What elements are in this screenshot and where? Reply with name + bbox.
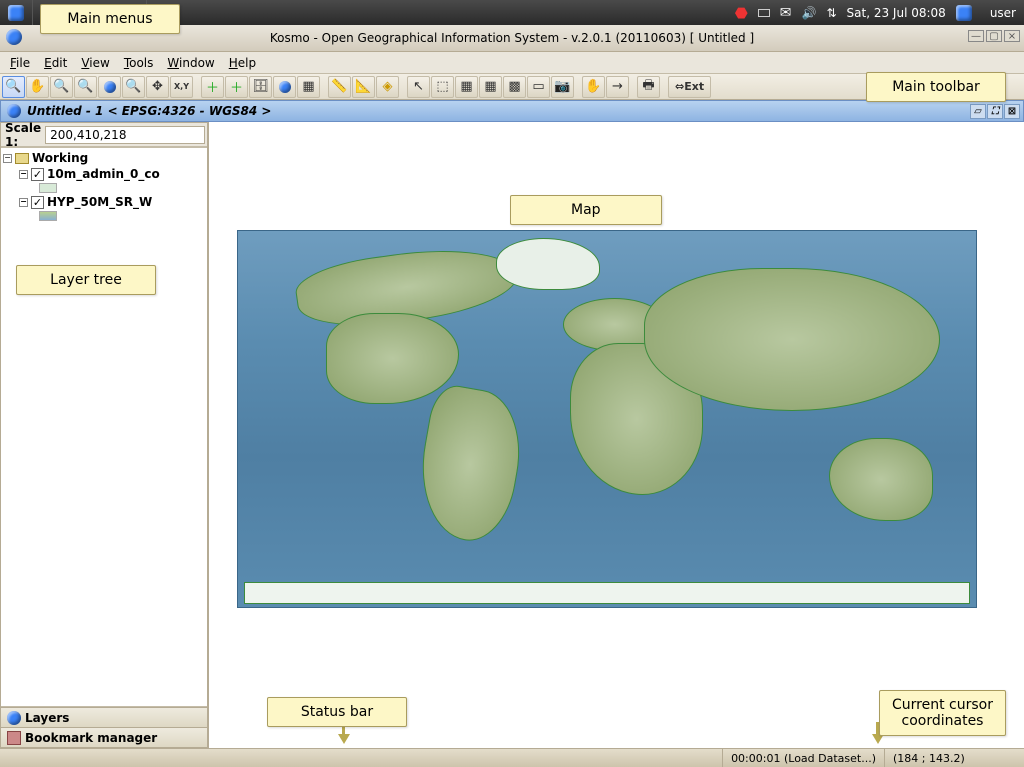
scale-label: Scale 1:: [5, 121, 41, 149]
clock[interactable]: Sat, 23 Jul 08:08: [847, 6, 946, 20]
swatch-icon: [39, 211, 57, 221]
menu-tools[interactable]: Tools: [118, 54, 160, 72]
battery-icon[interactable]: [758, 9, 770, 17]
volume-icon[interactable]: 🔊: [802, 6, 817, 20]
landmass: [244, 582, 969, 605]
menu-view[interactable]: View: [75, 54, 115, 72]
callout-status: Status bar: [267, 697, 407, 727]
tool-box[interactable]: ◈: [376, 76, 399, 98]
minimize-button[interactable]: —: [968, 30, 984, 42]
tool-zoom-layer[interactable]: 🔍: [122, 76, 145, 98]
tool-edit[interactable]: ▦: [455, 76, 478, 98]
callout-map: Map: [510, 195, 662, 225]
alert-icon[interactable]: ⬣: [735, 4, 748, 22]
tool-measure-line[interactable]: 📏: [328, 76, 351, 98]
menu-window[interactable]: Window: [161, 54, 220, 72]
tool-zoom-prev[interactable]: 🔍: [50, 76, 73, 98]
callout-toolbar: Main toolbar: [866, 72, 1006, 102]
tool-center[interactable]: ✥: [146, 76, 169, 98]
callout-coords: Current cursor coordinates: [879, 690, 1006, 736]
tool-camera[interactable]: 📷: [551, 76, 574, 98]
expand-icon[interactable]: −: [19, 198, 28, 207]
doc-detach-icon[interactable]: ▱: [970, 104, 986, 119]
tool-zoom-next[interactable]: 🔍: [74, 76, 97, 98]
window-title: Kosmo - Open Geographical Information Sy…: [270, 31, 754, 45]
layer-label: HYP_50M_SR_W: [47, 195, 152, 209]
network-icon[interactable]: ⇅: [826, 6, 836, 20]
globe-icon: [8, 5, 24, 21]
sidebar-tab-bookmarks[interactable]: Bookmark manager: [1, 727, 207, 747]
world-map[interactable]: [237, 230, 977, 608]
arrow-icon: [338, 732, 352, 746]
status-time: 00:00:01 (Load Dataset...): [722, 749, 884, 767]
status-coords: (184 ; 143.2): [884, 749, 1024, 767]
layer-tree[interactable]: − Working − 10m_admin_0_co − HYP_50M_SR_…: [1, 147, 207, 707]
callout-menus: Main menus: [40, 4, 180, 34]
landmass: [644, 268, 940, 412]
tool-globe[interactable]: [273, 76, 296, 98]
layer-checkbox[interactable]: [31, 168, 44, 181]
close-button[interactable]: ×: [1004, 30, 1020, 42]
tree-root[interactable]: − Working: [3, 150, 205, 166]
tool-ext[interactable]: ⇔ Ext: [668, 76, 711, 98]
sidebar: Scale 1: − Working − 10m_admin_0_co − HY…: [0, 122, 208, 748]
bookmark-icon: [7, 731, 21, 745]
menu-help[interactable]: Help: [223, 54, 262, 72]
tool-hand[interactable]: ✋: [582, 76, 605, 98]
callout-tree: Layer tree: [16, 265, 156, 295]
scale-input[interactable]: [45, 126, 205, 144]
menu-file[interactable]: File: [4, 54, 36, 72]
tool-cascade[interactable]: ▭: [527, 76, 550, 98]
tree-swatch-0: [3, 182, 205, 194]
tool-db[interactable]: 🗄: [249, 76, 272, 98]
doc-max-icon[interactable]: ⛶: [987, 104, 1003, 119]
scale-bar: Scale 1:: [1, 123, 207, 147]
lang-icon[interactable]: [956, 5, 972, 21]
layer-checkbox[interactable]: [31, 196, 44, 209]
tool-pan[interactable]: ✋: [26, 76, 49, 98]
doc-close-icon[interactable]: ⊠: [1004, 104, 1020, 119]
mail-icon[interactable]: ✉: [780, 5, 792, 21]
tool-select[interactable]: ⬚: [431, 76, 454, 98]
tool-zoom-all[interactable]: [98, 76, 121, 98]
tool-grid[interactable]: ▦: [479, 76, 502, 98]
tool-measure-area[interactable]: 📐: [352, 76, 375, 98]
tree-layer-1[interactable]: − HYP_50M_SR_W: [3, 194, 205, 210]
layer-label: 10m_admin_0_co: [47, 167, 160, 181]
tool-arrow[interactable]: →: [606, 76, 629, 98]
folder-icon: [15, 153, 29, 164]
menu-bar: File Edit View Tools Window Help: [0, 52, 1024, 74]
swatch-icon: [39, 183, 57, 193]
tool-zoom-in[interactable]: 🔍: [2, 76, 25, 98]
document-header: Untitled - 1 < EPSG:4326 - WGS84 > ▱ ⛶ ⊠: [0, 100, 1024, 122]
expand-icon[interactable]: −: [19, 170, 28, 179]
layers-icon: [7, 711, 21, 725]
tab-label: Bookmark manager: [25, 731, 157, 745]
tree-swatch-1: [3, 210, 205, 222]
status-bar: 00:00:01 (Load Dataset...) (184 ; 143.2): [0, 748, 1024, 767]
tool-table[interactable]: ▦: [297, 76, 320, 98]
sidebar-tab-layers[interactable]: Layers: [1, 707, 207, 727]
tool-pointer[interactable]: ↖: [407, 76, 430, 98]
menu-edit[interactable]: Edit: [38, 54, 73, 72]
app-icon: [6, 29, 22, 45]
tool-xy[interactable]: X,Y: [170, 76, 193, 98]
expand-icon[interactable]: −: [3, 154, 12, 163]
doc-title: Untitled - 1 < EPSG:4326 - WGS84 >: [27, 104, 272, 118]
maximize-button[interactable]: ▢: [986, 30, 1002, 42]
tool-add-image[interactable]: ＋: [225, 76, 248, 98]
tool-add-layer[interactable]: ＋: [201, 76, 224, 98]
tree-root-label: Working: [32, 151, 88, 165]
user-menu[interactable]: user: [982, 6, 1016, 20]
taskbar-app-kosmo[interactable]: [0, 0, 33, 25]
tree-layer-0[interactable]: − 10m_admin_0_co: [3, 166, 205, 182]
tool-raster[interactable]: ▩: [503, 76, 526, 98]
tab-label: Layers: [25, 711, 69, 725]
tool-print[interactable]: 🖶: [637, 76, 660, 98]
doc-icon: [7, 104, 21, 118]
